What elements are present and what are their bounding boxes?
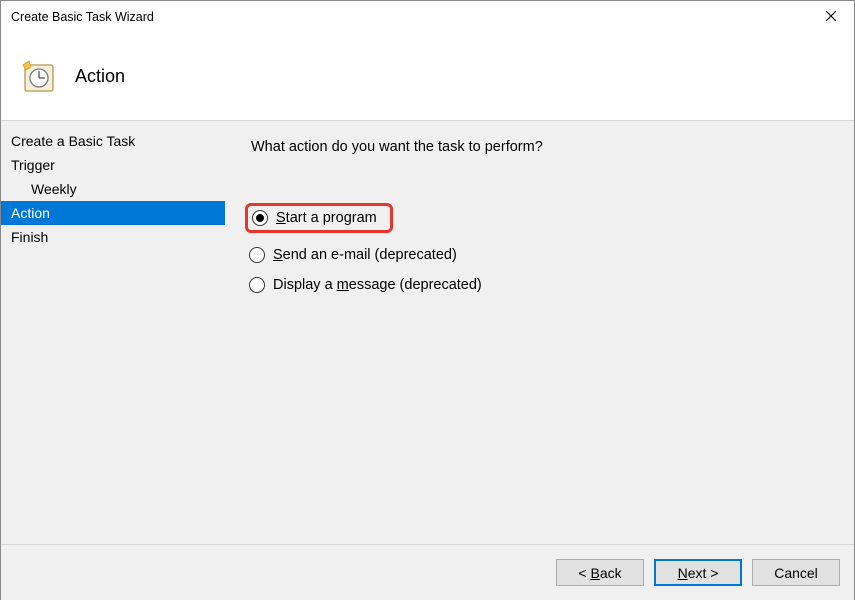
action-question: What action do you want the task to perf… [251,139,836,155]
close-icon [826,10,836,24]
wizard-step-title: Action [75,66,125,87]
radio-label-start-program: Start a program [276,210,377,226]
sidebar-item-weekly[interactable]: Weekly [1,177,225,201]
window-titlebar: Create Basic Task Wizard [1,1,854,33]
sidebar-item-trigger[interactable]: Trigger [1,153,225,177]
radio-indicator-checked-icon [252,210,268,226]
window-close-button[interactable] [808,1,854,33]
radio-indicator-unchecked-icon [249,277,265,293]
back-button[interactable]: < Back [556,559,644,586]
radio-indicator-unchecked-icon [249,247,265,263]
sidebar-item-action[interactable]: Action [1,201,225,225]
wizard-banner: Action [1,33,854,121]
radio-start-program[interactable]: Start a program [245,203,393,233]
radio-label-display-message: Display a message (deprecated) [273,277,482,293]
radio-send-email[interactable]: Send an e-mail (deprecated) [249,247,836,263]
window-title: Create Basic Task Wizard [11,10,808,24]
clock-task-icon [21,59,57,95]
wizard-main-panel: What action do you want the task to perf… [225,121,854,544]
radio-display-message[interactable]: Display a message (deprecated) [249,277,836,293]
next-button[interactable]: Next > [654,559,742,586]
sidebar-item-create-task[interactable]: Create a Basic Task [1,129,225,153]
sidebar-item-finish[interactable]: Finish [1,225,225,249]
wizard-steps-sidebar: Create a Basic Task Trigger Weekly Actio… [1,121,225,544]
cancel-button[interactable]: Cancel [752,559,840,586]
wizard-content: Create a Basic Task Trigger Weekly Actio… [1,121,854,544]
radio-label-send-email: Send an e-mail (deprecated) [273,247,457,263]
wizard-footer: < Back Next > Cancel [1,544,854,600]
